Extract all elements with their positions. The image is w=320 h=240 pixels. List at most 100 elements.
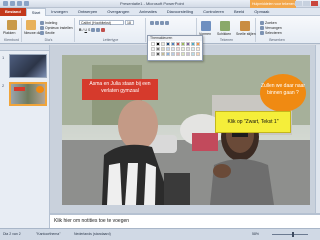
font-format-buttons: B I U S	[79, 27, 106, 32]
shadow-icon[interactable]	[91, 27, 96, 32]
tab-home[interactable]: Start	[25, 7, 47, 16]
group-slides: Nieuwe dia Indeling Opnieuw instellen Se…	[23, 18, 75, 42]
color-swatch[interactable]	[176, 47, 180, 51]
ribbon-tabs: Bestand Start Invoegen Ontwerpen Overgan…	[0, 7, 320, 16]
language-indicator[interactable]: Nederlands (standaard)	[74, 232, 111, 236]
group-label-clipboard: Klembord	[4, 38, 19, 42]
color-swatch[interactable]	[191, 52, 195, 56]
color-swatch[interactable]	[181, 52, 185, 56]
color-swatch[interactable]	[156, 47, 160, 51]
tab-slideshow[interactable]: Diavoorstelling	[162, 8, 198, 16]
indent-increase-icon[interactable]	[165, 20, 169, 25]
new-slide-button[interactable]: Nieuwe dia	[24, 31, 41, 35]
theme-color-palette: Themakleuren	[147, 35, 203, 61]
color-swatch[interactable]	[166, 42, 170, 46]
slide-counter: Dia 2 van 2	[3, 232, 21, 236]
italic-icon[interactable]: I	[83, 28, 84, 32]
callout-orange-speech-bubble[interactable]: Zullen we daar naar binnen gaan ?	[260, 74, 306, 112]
color-swatch[interactable]	[166, 52, 170, 56]
tab-transitions[interactable]: Overgangen	[102, 8, 134, 16]
color-swatch[interactable]	[191, 47, 195, 51]
underline-icon[interactable]: U	[85, 28, 88, 32]
quick-styles-button[interactable]: Snelle stijlen	[236, 32, 256, 36]
window-title: Presentatie1 - Microsoft PowerPoint	[120, 1, 184, 6]
color-swatch[interactable]	[186, 47, 190, 51]
color-swatch[interactable]	[151, 42, 155, 46]
color-swatch[interactable]	[191, 42, 195, 46]
zoom-level[interactable]: 58%	[252, 232, 259, 236]
shapes-icon[interactable]	[201, 21, 211, 31]
color-swatch[interactable]	[156, 52, 160, 56]
group-label-font: Lettertype	[102, 38, 119, 42]
color-swatch[interactable]	[161, 52, 165, 56]
notes-pane[interactable]: Klik hier om notities toe te voegen	[50, 213, 320, 228]
color-swatch[interactable]	[161, 42, 165, 46]
section-button[interactable]: Sectie	[40, 30, 55, 35]
color-swatch[interactable]	[176, 52, 180, 56]
vertical-scrollbar[interactable]	[315, 45, 320, 213]
group-label-slides: Dia's	[44, 38, 53, 42]
callout-yellow-instruction: Klik op "Zwart, Tekst 1"	[215, 111, 291, 133]
tab-file[interactable]: Bestand	[0, 7, 26, 16]
font-color-icon[interactable]	[101, 27, 106, 32]
color-swatch[interactable]	[181, 47, 185, 51]
thumbnail-tabs[interactable]	[0, 45, 49, 51]
paste-button[interactable]: Plakken	[3, 31, 15, 35]
tab-animations[interactable]: Animaties	[134, 8, 162, 16]
indent-decrease-icon[interactable]	[160, 20, 164, 25]
select-button[interactable]: Selecteren	[260, 30, 282, 35]
tab-view[interactable]: Beeld	[229, 8, 249, 16]
color-swatch[interactable]	[176, 42, 180, 46]
bullets-icon[interactable]	[150, 20, 154, 25]
maximize-icon[interactable]	[303, 1, 310, 6]
color-swatch[interactable]	[156, 42, 160, 46]
font-size-select[interactable]: 18	[125, 20, 134, 25]
layout-icon	[40, 20, 44, 25]
thumbnail-red-callout	[14, 87, 25, 91]
bold-icon[interactable]: B	[79, 28, 82, 32]
color-swatch[interactable]	[171, 47, 175, 51]
color-swatch[interactable]	[151, 47, 155, 51]
color-swatch[interactable]	[186, 52, 190, 56]
cursor-icon	[260, 30, 264, 35]
slide-thumbnail-1[interactable]	[9, 54, 47, 78]
tab-format[interactable]: Opmaak	[249, 8, 274, 16]
slide-thumbnail-2[interactable]	[9, 82, 47, 106]
arrange-icon[interactable]	[220, 21, 230, 31]
color-swatch[interactable]	[196, 42, 200, 46]
char-spacing-icon[interactable]	[96, 27, 101, 32]
color-swatch[interactable]	[151, 52, 155, 56]
paste-icon[interactable]	[7, 20, 17, 30]
save-icon[interactable]	[10, 1, 15, 6]
numbering-icon[interactable]	[155, 20, 159, 25]
color-swatch[interactable]	[196, 47, 200, 51]
undo-icon[interactable]	[17, 1, 22, 6]
zoom-slider-knob[interactable]	[292, 232, 294, 237]
tab-review[interactable]: Controleren	[198, 8, 229, 16]
slide-canvas: Asma en Julia staan bij een verlaten gym…	[50, 45, 315, 213]
color-swatch[interactable]	[196, 52, 200, 56]
color-swatch[interactable]	[161, 47, 165, 51]
color-swatch[interactable]	[186, 42, 190, 46]
color-swatch[interactable]	[171, 52, 175, 56]
color-swatch[interactable]	[171, 42, 175, 46]
minimize-icon[interactable]	[295, 1, 302, 6]
tab-design[interactable]: Ontwerpen	[73, 8, 103, 16]
zoom-slider[interactable]	[272, 232, 308, 237]
reset-icon	[40, 25, 44, 30]
arrange-button[interactable]: Schikken	[217, 32, 231, 36]
quick-styles-icon[interactable]	[240, 21, 250, 31]
window-controls	[295, 1, 318, 6]
color-swatch[interactable]	[166, 47, 170, 51]
callout-red-text-box[interactable]: Asma en Julia staan bij een verlaten gym…	[82, 79, 158, 100]
new-slide-icon[interactable]	[26, 20, 36, 30]
close-icon[interactable]	[311, 1, 318, 6]
thumbnail-number: 2	[2, 83, 5, 88]
strikethrough-icon[interactable]: S	[88, 28, 90, 32]
slide[interactable]: Asma en Julia staan bij een verlaten gym…	[62, 55, 310, 205]
tab-insert[interactable]: Invoegen	[46, 8, 72, 16]
group-drawing: Vormen Schikken Snelle stijlen Tekenen	[198, 18, 256, 42]
font-name-select[interactable]: Calibri (Hoofdtekst)	[79, 20, 124, 25]
redo-icon[interactable]	[24, 1, 29, 6]
color-swatch[interactable]	[181, 42, 185, 46]
